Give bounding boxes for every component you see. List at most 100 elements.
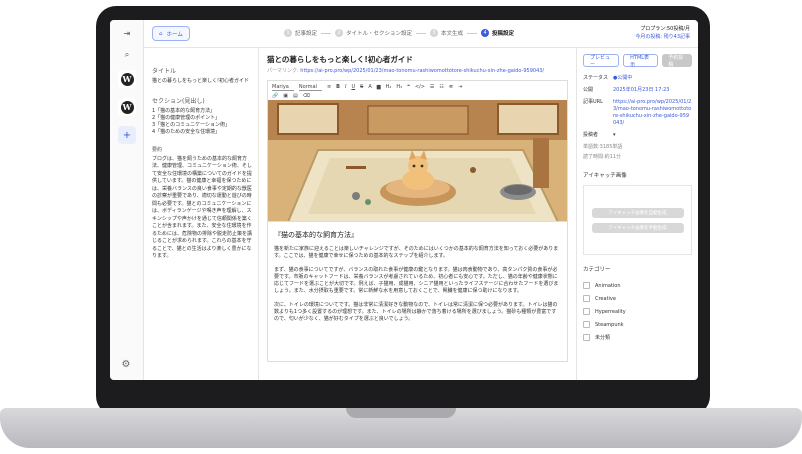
category-item[interactable]: Animation — [583, 279, 692, 292]
html-view-button[interactable]: HTML表示 — [623, 54, 659, 68]
image-icon[interactable]: ▣ — [283, 93, 288, 99]
step-item[interactable]: 1 記事設定 — [284, 29, 317, 37]
schedule-publish-button[interactable]: 予約投稿 — [662, 54, 692, 68]
step-item[interactable]: 3 本文生成 — [430, 29, 463, 37]
meta-key: ステータス — [583, 75, 609, 81]
step-label: 記事設定 — [295, 31, 318, 37]
underline-icon[interactable]: U — [351, 84, 355, 90]
cat-room-illustration — [268, 100, 567, 221]
post-editor: 猫との暮らしをもっと楽しく!初心者ガイド パーマリンク: https://ai-… — [259, 48, 576, 380]
title-text[interactable]: 猫との暮らしをもっと楽しく!初心者ガイド — [152, 78, 252, 86]
gear-icon[interactable]: ⚙ — [118, 356, 134, 372]
section-item[interactable]: 4「猫のための安全な住環境」 — [152, 129, 252, 136]
checkbox[interactable] — [583, 282, 590, 289]
step-item[interactable]: 2 タイトル・セクション設定 — [335, 29, 412, 37]
bold-icon[interactable]: B — [336, 84, 340, 90]
body-paragraph[interactable]: まず、猫の食事についてですが、バランスの取れた食事が健康の鍵となります。猫は肉食… — [274, 267, 561, 295]
section-item[interactable]: 2「猫の健康管理のポイント」 — [152, 115, 252, 122]
home-button[interactable]: ⌂ ホーム — [152, 26, 190, 41]
meta-key: 投稿者 — [583, 132, 599, 138]
post-url-link[interactable]: https://ai-pro.pro/wp/2025/01/23/mao-ton… — [613, 99, 692, 127]
code-icon[interactable]: </> — [415, 84, 425, 90]
post-body[interactable]: 『猫の基本的な飼育方法』 猫を新たに家族に迎えることは楽しいチャレンジですが、そ… — [267, 222, 568, 362]
category-name: Animation — [595, 282, 621, 289]
publish-date[interactable]: 2025年01月23日 17:23 — [613, 87, 669, 94]
wordpress-site-icon[interactable]: W — [118, 98, 136, 116]
step-separator — [467, 32, 478, 34]
checkbox[interactable] — [583, 321, 590, 328]
checkbox[interactable] — [583, 308, 590, 315]
body-paragraph[interactable]: 猫を新たに家族に迎えることは楽しいチャレンジですが、そのためにはいくつかの基本的… — [274, 246, 561, 260]
bullet-list-icon[interactable]: ☷ — [439, 84, 443, 90]
section-item[interactable]: 1「猫の基本的な飼育方法」 — [152, 108, 252, 115]
meta-author: 投稿者 ▾ — [583, 132, 692, 139]
status-badge[interactable]: ●公開中 — [613, 75, 632, 82]
search-icon[interactable]: ⌕ — [118, 46, 136, 64]
icon-rail: ⇥ ⌕ W W + ⚙ — [110, 20, 144, 380]
text-color-icon[interactable]: A — [368, 84, 371, 90]
step-number: 3 — [430, 29, 439, 37]
wordpress-site-icon[interactable]: W — [118, 70, 136, 88]
checkbox[interactable] — [583, 334, 590, 341]
author-select[interactable]: ▾ — [613, 132, 616, 139]
quote-icon[interactable]: ❝ — [407, 84, 410, 90]
permalink-url[interactable]: https://ai-pro.pro/wp/2025/01/23/mao-ton… — [300, 68, 544, 74]
checkbox[interactable] — [583, 295, 590, 302]
category-name: Hyperreality — [595, 308, 626, 315]
summary-text[interactable]: ブログは、猫を飼うための基本的な飼育方法、健康管理、コミュニケーション術、そして… — [152, 156, 252, 261]
category-item[interactable]: Hyperreality — [583, 305, 692, 318]
step-item-active[interactable]: 4 投稿設定 — [481, 29, 514, 37]
eyecatch-box: アイキャッチ画像を自動生成 アイキャッチ画像を手動生成 — [583, 185, 692, 255]
meta-key: 公開 — [583, 87, 594, 93]
ordered-list-icon[interactable]: ☰ — [430, 84, 434, 90]
section-heading[interactable]: 『猫の基本的な飼育方法』 — [274, 230, 561, 240]
home-icon: ⌂ — [159, 30, 163, 37]
eyecatch-auto-generate-button[interactable]: アイキャッチ画像を自動生成 — [591, 207, 684, 218]
highlight-icon[interactable]: ▆ — [377, 84, 381, 90]
indent-icon[interactable]: ⇥ — [458, 84, 462, 90]
heading-dropdown-icon[interactable]: ≡ — [327, 84, 331, 90]
collapse-sidebar-icon[interactable]: ⇥ — [118, 24, 136, 42]
plan-quota: 今月の投稿: 残り43記事 — [635, 34, 690, 40]
eyecatch-manual-button[interactable]: アイキャッチ画像を手動生成 — [591, 222, 684, 233]
editor-toolbar: Mariya Normal ≡ B I U S A ▆ H₂ H₃ ❝ </> … — [267, 80, 568, 100]
step-number: 1 — [284, 29, 292, 37]
italic-icon[interactable]: I — [345, 84, 346, 90]
embed-icon[interactable]: ▤ — [293, 93, 298, 99]
category-item[interactable]: Creative — [583, 292, 692, 305]
step-progress: 1 記事設定 2 タイトル・セクション設定 3 本文生成 4 投稿設定 — [284, 29, 514, 37]
article-outline-panel: タイトル 猫との暮らしをもっと楽しく!初心者ガイド セクション(見出し) 1「猫… — [144, 48, 259, 380]
strikethrough-icon[interactable]: S — [360, 84, 363, 90]
step-number: 2 — [335, 29, 344, 37]
laptop-notch — [346, 408, 456, 418]
clear-format-icon[interactable]: ⌫ — [303, 93, 310, 99]
permalink: パーマリンク: https://ai-pro.pro/wp/2025/01/23… — [267, 68, 568, 75]
preview-button[interactable]: プレビュー — [583, 54, 620, 68]
category-name: 未分類 — [595, 335, 611, 341]
heading-2-icon[interactable]: H₂ — [386, 84, 392, 90]
body-paragraph[interactable]: 次に、トイレの環境についてです。猫は非常に清潔好きな動物なので、トイレは常に清潔… — [274, 302, 561, 323]
paragraph-style-select[interactable]: Normal — [298, 84, 322, 91]
publish-settings-panel: プレビュー HTML表示 予約投稿 ステータス ●公開中 公開 2025年01月… — [576, 48, 698, 380]
category-list: Animation Creative Hyperreality Steampun… — [583, 279, 692, 344]
align-icon[interactable]: ≣ — [449, 84, 453, 90]
post-title[interactable]: 猫との暮らしをもっと楽しく!初心者ガイド — [267, 54, 568, 65]
category-item[interactable]: Steampunk — [583, 318, 692, 331]
heading-3-icon[interactable]: H₃ — [396, 84, 402, 90]
meta-url: 記事URL https://ai-pro.pro/wp/2025/01/23/m… — [583, 99, 692, 127]
category-item[interactable]: 未分類 — [583, 331, 692, 344]
read-time: 読了時間:約11分 — [583, 154, 622, 160]
title-label: タイトル — [152, 68, 177, 75]
section-item[interactable]: 3「猫とのコミュニケーション術」 — [152, 122, 252, 129]
summary-label: 要約 — [152, 146, 163, 153]
link-icon[interactable]: 🔗 — [272, 93, 278, 99]
category-label: カテゴリー — [583, 267, 611, 273]
plan-info: プロプラン:50投稿/月 今月の投稿: 残り43記事 — [635, 25, 690, 41]
font-family-select[interactable]: Mariya — [272, 84, 294, 91]
sections-label: セクション(見出し) — [152, 97, 205, 105]
post-meta: ステータス ●公開中 公開 2025年01月23日 17:23 記事URL ht… — [583, 75, 692, 139]
plan-label: プロプラン — [640, 26, 666, 32]
meta-key: 記事URL — [583, 99, 603, 105]
add-site-icon[interactable]: + — [118, 126, 136, 144]
eyecatch-label: アイキャッチ画像 — [583, 173, 627, 179]
